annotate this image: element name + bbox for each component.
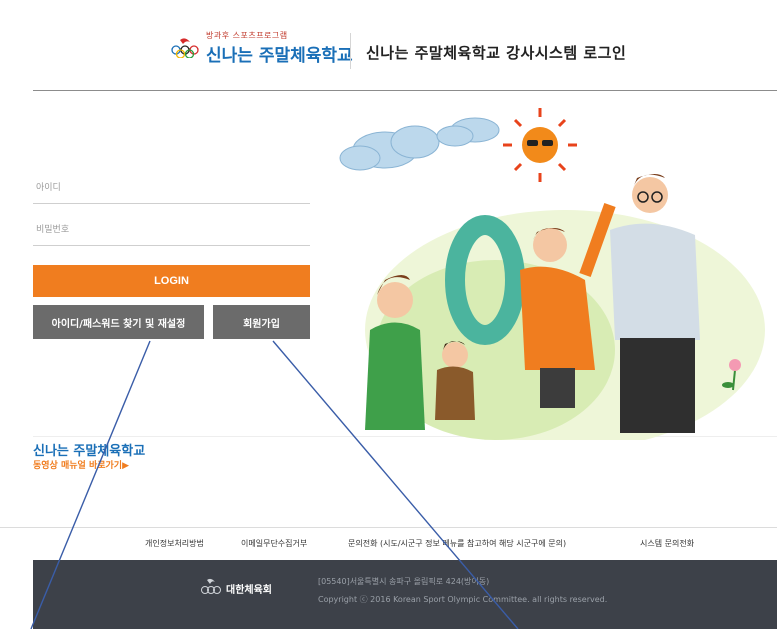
cloud-icon <box>339 117 500 171</box>
pw-field-wrapper <box>33 215 316 246</box>
header-rule <box>33 90 777 91</box>
id-input[interactable] <box>33 173 316 203</box>
header-divider <box>350 33 351 69</box>
copyright-text: Copyright ⓒ 2016 Korean Sport Olympic Co… <box>318 595 608 604</box>
email-refusal-link[interactable]: 이메일무단수집거부 <box>241 538 307 549</box>
sun-icon <box>503 108 577 182</box>
find-account-button[interactable]: 아이디/패스워드 찾기 및 재설정 <box>33 305 204 339</box>
promo-title: 신나는 주말체육학교 <box>33 444 146 459</box>
ksc-rings-icon <box>201 578 221 594</box>
logo-title: 신나는 주말체육학교 <box>206 46 353 66</box>
id-field-wrapper <box>33 173 316 204</box>
program-logo[interactable]: 방과후 스포츠프로그램 신나는 주말체육학교 <box>170 26 353 66</box>
olympic-rings-icon <box>171 38 199 58</box>
signup-button[interactable]: 회원가입 <box>213 305 310 339</box>
video-manual-link[interactable]: 동영상 매뉴얼 바로가기▶ <box>33 458 129 471</box>
address-text: [05540]서울특별시 송파구 올림픽로 424(방이동) <box>318 577 490 586</box>
ksc-logo: 대한체육회 <box>200 576 290 600</box>
footer-links: 개인정보처리방법 이메일무단수집거부 문의전화 (시도/시군구 정보 메뉴를 참… <box>0 527 777 560</box>
logo-subtitle: 방과후 스포츠프로그램 <box>206 31 288 40</box>
system-inquiry-link[interactable]: 시스템 문의전화 <box>640 538 694 549</box>
inquiry-phone-link[interactable]: 문의전화 (시도/시군구 정보 메뉴를 참고하여 해당 시군구에 문의) <box>348 538 566 549</box>
privacy-policy-link[interactable]: 개인정보처리방법 <box>145 538 204 549</box>
family-illustration <box>339 108 765 440</box>
password-input[interactable] <box>33 215 316 245</box>
org-name: 대한체육회 <box>226 585 272 596</box>
page-title: 신나는 주말체육학교 강사시스템 로그인 <box>366 44 627 62</box>
login-button[interactable]: LOGIN <box>33 265 310 297</box>
